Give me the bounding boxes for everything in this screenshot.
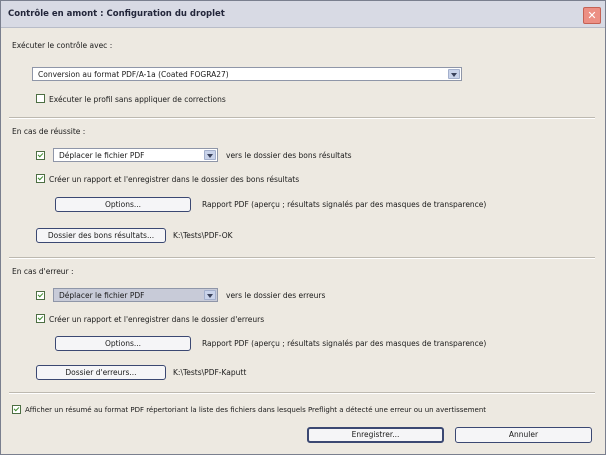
summary-checkbox[interactable]	[12, 405, 21, 414]
success-report-checkbox[interactable]	[36, 174, 45, 183]
error-move-checkbox[interactable]	[36, 291, 45, 300]
error-report-checkbox[interactable]	[36, 314, 45, 323]
success-options-button[interactable]: Options...	[55, 197, 191, 212]
no-fix-checkbox[interactable]	[36, 94, 45, 103]
success-action-select[interactable]: Déplacer le fichier PDF	[53, 148, 218, 162]
success-folder-button[interactable]: Dossier des bons résultats...	[36, 228, 166, 243]
success-move-suffix: vers le dossier des bons résultats	[226, 151, 352, 160]
error-report-label: Créer un rapport et l'enregistrer dans l…	[49, 315, 265, 324]
error-action-value: Déplacer le fichier PDF	[59, 291, 145, 300]
error-options-button[interactable]: Options...	[55, 336, 191, 351]
profile-select[interactable]: Conversion au format PDF/A-1a (Coated FO…	[32, 67, 462, 81]
close-icon: ✕	[587, 9, 597, 22]
save-button[interactable]: Enregistrer...	[307, 427, 444, 443]
chevron-down-icon	[204, 150, 216, 160]
window-title: Contrôle en amont : Configuration du dro…	[8, 9, 225, 19]
summary-label: Afficher un résumé au format PDF réperto…	[25, 406, 487, 414]
success-folder-path: K:\Tests\PDF-OK	[173, 231, 233, 240]
error-options-desc: Rapport PDF (aperçu ; résultats signalés…	[202, 339, 487, 348]
success-action-value: Déplacer le fichier PDF	[59, 151, 145, 160]
no-fix-label: Exécuter le profil sans appliquer de cor…	[49, 95, 226, 104]
profile-select-value: Conversion au format PDF/A-1a (Coated FO…	[38, 70, 229, 79]
success-section-label: En cas de réussite :	[12, 127, 86, 136]
divider	[9, 117, 595, 119]
execute-section-label: Exécuter le contrôle avec :	[12, 41, 113, 50]
success-report-label: Créer un rapport et l'enregistrer dans l…	[49, 175, 300, 184]
success-options-desc: Rapport PDF (aperçu ; résultats signalés…	[202, 200, 487, 209]
error-section-label: En cas d'erreur :	[12, 267, 74, 276]
chevron-down-icon	[448, 69, 460, 79]
error-action-select[interactable]: Déplacer le fichier PDF	[53, 288, 218, 302]
cancel-button[interactable]: Annuler	[455, 427, 592, 443]
error-folder-path: K:\Tests\PDF-Kaputt	[173, 368, 247, 377]
error-folder-button[interactable]: Dossier d'erreurs...	[36, 365, 166, 380]
divider	[9, 392, 595, 394]
divider	[9, 257, 595, 259]
success-move-checkbox[interactable]	[36, 151, 45, 160]
title-bar[interactable]: Contrôle en amont : Configuration du dro…	[1, 1, 605, 28]
droplet-config-dialog: Contrôle en amont : Configuration du dro…	[0, 0, 606, 455]
chevron-down-icon	[204, 290, 216, 300]
close-button[interactable]: ✕	[583, 7, 601, 24]
error-move-suffix: vers le dossier des erreurs	[226, 291, 326, 300]
